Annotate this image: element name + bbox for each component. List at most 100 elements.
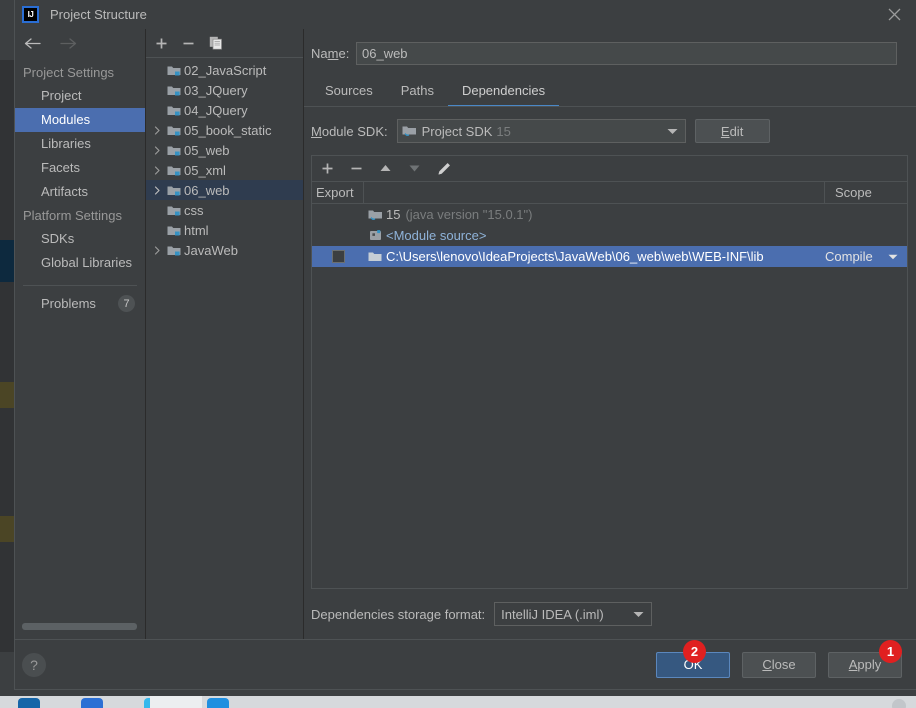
apply-button[interactable]: Apply 1 — [828, 639, 902, 678]
edit-button-rest: dit — [729, 123, 744, 139]
sidebar-item-sdks[interactable]: SDKs — [15, 227, 145, 251]
module-label: 06_web — [184, 182, 230, 198]
minus-icon — [351, 167, 362, 170]
edit-dependency-button[interactable] — [437, 162, 451, 176]
module-label: 05_web — [184, 142, 230, 158]
tree-expand-chevron-icon[interactable] — [150, 245, 164, 256]
sidebar-item-libraries[interactable]: Libraries — [15, 132, 145, 156]
dialog-title: Project Structure — [50, 7, 147, 22]
dependency-row-sdk[interactable]: 15 (java version "15.0.1") — [312, 204, 907, 225]
sidebar-item-artifacts[interactable]: Artifacts — [15, 180, 145, 204]
module-row-03-jquery[interactable]: 03_JQuery — [146, 80, 303, 100]
module-name-input[interactable] — [356, 42, 897, 65]
sdk-folder-icon — [402, 124, 417, 138]
module-row-06-web[interactable]: 06_web — [146, 180, 303, 200]
help-icon: ? — [30, 656, 38, 673]
taskbar-app-icon[interactable] — [207, 698, 229, 708]
add-dependency-button[interactable] — [321, 162, 334, 175]
taskbar-app-icon[interactable] — [81, 698, 103, 708]
scope-cell[interactable]: Compile — [825, 249, 907, 264]
module-row-05-book-static[interactable]: 05_book_static — [146, 120, 303, 140]
sidebar-item-global-libraries[interactable]: Global Libraries — [15, 251, 145, 275]
move-dependency-down-button[interactable] — [408, 163, 421, 174]
taskbar-app-icon[interactable] — [18, 698, 40, 708]
dependency-row-web-inf-lib[interactable]: C:\Users\lenovo\IdeaProjects\JavaWeb\06_… — [312, 246, 907, 267]
module-folder-icon — [164, 84, 184, 97]
remove-module-button[interactable] — [182, 37, 195, 50]
export-cell[interactable] — [312, 250, 364, 263]
tab-paths[interactable]: Paths — [387, 80, 448, 107]
annotation-badge-1: 1 — [879, 639, 902, 663]
close-dialog-button[interactable]: Close — [742, 651, 816, 678]
nav-group-platform-settings: Platform Settings — [23, 208, 122, 223]
tree-expand-chevron-icon[interactable] — [150, 185, 164, 196]
tray-icon[interactable] — [892, 699, 906, 708]
edit-button-mnemonic: E — [720, 123, 730, 139]
minus-icon — [183, 42, 194, 44]
export-checkbox[interactable] — [331, 250, 345, 263]
arrow-left-icon — [24, 38, 41, 49]
forward-button[interactable] — [60, 37, 77, 50]
add-module-button[interactable] — [155, 37, 168, 50]
module-row-html[interactable]: html — [146, 220, 303, 240]
module-row-css[interactable]: css — [146, 200, 303, 220]
sidebar-item-project[interactable]: Project — [15, 84, 145, 108]
module-row-02-javascript[interactable]: 02_JavaScript — [146, 60, 303, 80]
problems-count-badge: 7 — [118, 295, 135, 312]
taskbar-active-window[interactable] — [150, 696, 202, 708]
dependencies-toolbar — [312, 156, 907, 182]
move-dependency-up-button[interactable] — [379, 163, 392, 174]
help-button[interactable]: ? — [22, 652, 46, 677]
ide-sliver-band — [0, 0, 14, 60]
dependency-label: 15 — [386, 207, 401, 222]
close-button[interactable] — [872, 0, 916, 29]
module-label: 03_JQuery — [184, 82, 248, 98]
annotation-badge-2: 2 — [683, 639, 706, 663]
project-structure-dialog: IJ Project Structure Project Settings Pr… — [14, 0, 916, 690]
apply-button-mnemonic: A — [848, 657, 858, 672]
sidebar-item-modules[interactable]: Modules — [15, 108, 145, 132]
module-name-row: Name: — [304, 29, 916, 65]
storage-format-dropdown[interactable]: IntelliJ IDEA (.iml) — [494, 602, 653, 626]
module-sdk-dropdown[interactable]: Project SDK 15 — [396, 119, 686, 143]
remove-dependency-button[interactable] — [350, 162, 363, 175]
sidebar-item-facets[interactable]: Facets — [15, 156, 145, 180]
module-row-javaweb[interactable]: JavaWeb — [146, 240, 303, 260]
column-header-scope[interactable]: Scope — [825, 182, 907, 203]
module-source-icon — [364, 229, 386, 242]
ok-button[interactable]: OK 2 — [656, 639, 730, 678]
column-header-name[interactable] — [364, 182, 825, 203]
arrow-right-icon — [60, 38, 77, 49]
tree-expand-chevron-icon[interactable] — [150, 165, 164, 176]
back-button[interactable] — [24, 37, 41, 50]
module-row-05-web[interactable]: 05_web — [146, 140, 303, 160]
sdk-label-mnemonic: M — [311, 123, 322, 139]
sidebar-horizontal-scrollbar[interactable] — [22, 623, 137, 630]
sdk-version: 15 — [496, 123, 511, 139]
dependency-label: <Module source> — [386, 228, 487, 243]
copy-module-button[interactable] — [209, 36, 223, 50]
tree-expand-chevron-icon[interactable] — [150, 145, 164, 156]
module-folder-icon — [164, 204, 184, 217]
dependency-row-module-source[interactable]: <Module source> — [312, 225, 907, 246]
tab-sources[interactable]: Sources — [311, 80, 387, 107]
module-row-05-xml[interactable]: 05_xml — [146, 160, 303, 180]
dependency-name-cell: <Module source> — [364, 228, 825, 243]
edit-sdk-button[interactable]: Edit — [694, 119, 770, 143]
settings-sidebar: Project Settings Project Modules Librari… — [15, 29, 146, 639]
module-sdk-row: Module SDK: Project SDK 15 E dit — [304, 107, 916, 143]
tab-dependencies[interactable]: Dependencies — [447, 80, 560, 107]
module-row-04-jquery[interactable]: 04_JQuery — [146, 100, 303, 120]
module-folder-icon — [164, 124, 184, 137]
name-label-pre: Na — [311, 46, 328, 61]
ide-sliver-band — [0, 60, 14, 240]
column-header-export[interactable]: Export — [312, 182, 364, 203]
module-label: 05_book_static — [184, 122, 272, 138]
module-folder-icon — [164, 64, 184, 77]
module-sdk-label: Module SDK: — [311, 124, 388, 139]
sidebar-item-problems[interactable]: Problems 7 — [15, 286, 145, 312]
storage-format-label: Dependencies storage format: — [311, 606, 486, 622]
nav-group-project-settings: Project Settings — [23, 65, 115, 80]
tree-expand-chevron-icon[interactable] — [150, 125, 164, 136]
dialog-body: Project Settings Project Modules Librari… — [15, 29, 916, 639]
